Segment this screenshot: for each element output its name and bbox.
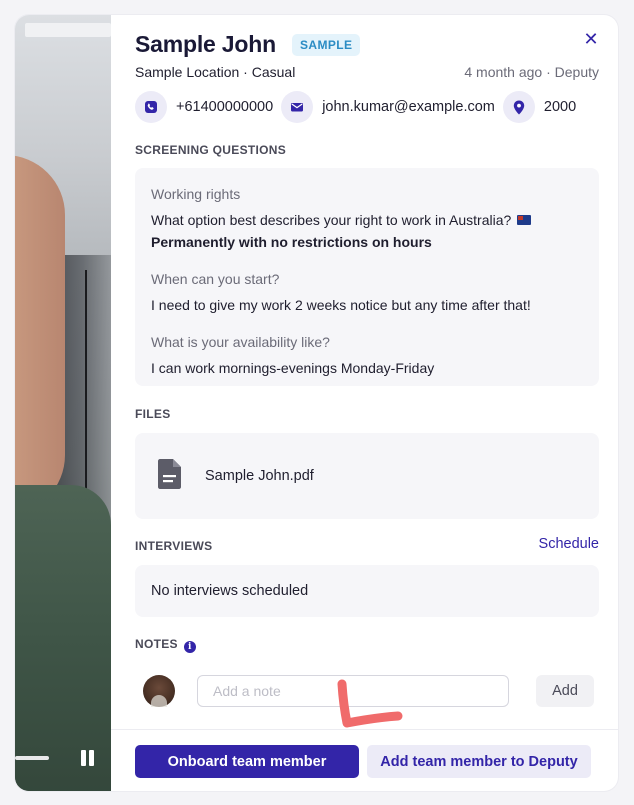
email-contact[interactable]: john.kumar@example.com — [281, 91, 495, 123]
onboard-team-member-button[interactable]: Onboard team member — [135, 745, 359, 778]
video-preview[interactable] — [15, 15, 111, 791]
question-answer: Permanently with no restrictions on hour… — [151, 234, 432, 250]
screening-questions-heading: SCREENING QUESTIONS — [135, 143, 287, 157]
document-icon — [157, 458, 183, 495]
close-icon[interactable]: ✕ — [579, 27, 603, 51]
question-title: Working rights — [151, 186, 241, 202]
sample-badge: SAMPLE — [292, 34, 361, 56]
video-person-face — [15, 155, 65, 515]
files-heading: FILES — [135, 407, 171, 421]
video-background — [25, 23, 111, 37]
question-text: What option best describes your right to… — [151, 209, 583, 231]
video-progress-bar[interactable] — [15, 756, 49, 760]
postcode: 2000 — [543, 99, 577, 115]
add-note-button[interactable]: Add — [536, 675, 594, 707]
contact-row: +61400000000 john.kumar@example.com 2000 — [135, 91, 584, 123]
email-icon — [281, 91, 314, 123]
question-answer: I need to give my work 2 weeks notice bu… — [151, 297, 531, 313]
screening-question: What is your availability like? I can wo… — [151, 334, 583, 379]
candidate-name: Sample John — [135, 31, 276, 57]
location-contact: 2000 — [502, 91, 577, 123]
screening-questions-box: Working rights What option best describe… — [135, 168, 599, 386]
interviews-heading: INTERVIEWS — [135, 539, 213, 553]
screening-question: When can you start? I need to give my wo… — [151, 271, 583, 316]
video-person-hoodie — [15, 485, 111, 791]
australia-flag-icon — [517, 215, 532, 225]
phone-icon — [135, 91, 167, 123]
phone-number: +61400000000 — [176, 99, 274, 115]
file-name: Sample John.pdf — [205, 468, 314, 484]
phone-contact[interactable]: +61400000000 — [135, 91, 273, 123]
note-input[interactable] — [197, 675, 509, 707]
info-icon[interactable]: i — [183, 641, 196, 653]
screening-question: Working rights What option best describe… — [151, 186, 583, 253]
footer-divider — [111, 729, 618, 730]
candidate-meta: 4 month ago · Deputy — [464, 64, 599, 80]
interviews-box: No interviews scheduled — [135, 565, 599, 617]
no-interviews-text: No interviews scheduled — [151, 583, 309, 599]
candidate-card: Sample John SAMPLE ✕ Sample Location · C… — [15, 15, 618, 791]
candidate-details-panel: Sample John SAMPLE ✕ Sample Location · C… — [111, 15, 618, 791]
notes-label: NOTES — [135, 637, 178, 651]
schedule-link[interactable]: Schedule — [539, 536, 599, 552]
notes-heading: NOTES i — [135, 637, 196, 653]
candidate-location-type: Sample Location · Casual — [135, 64, 296, 80]
question-title: What is your availability like? — [151, 334, 330, 350]
pause-icon[interactable] — [81, 750, 95, 766]
add-team-member-to-deputy-button[interactable]: Add team member to Deputy — [367, 745, 591, 778]
file-item[interactable]: Sample John.pdf — [135, 433, 599, 519]
avatar — [143, 675, 175, 707]
location-pin-icon — [502, 91, 535, 123]
email-address: john.kumar@example.com — [322, 99, 495, 115]
question-text-value: What option best describes your right to… — [151, 212, 512, 228]
question-title: When can you start? — [151, 271, 280, 287]
question-answer: I can work mornings-evenings Monday-Frid… — [151, 360, 435, 376]
